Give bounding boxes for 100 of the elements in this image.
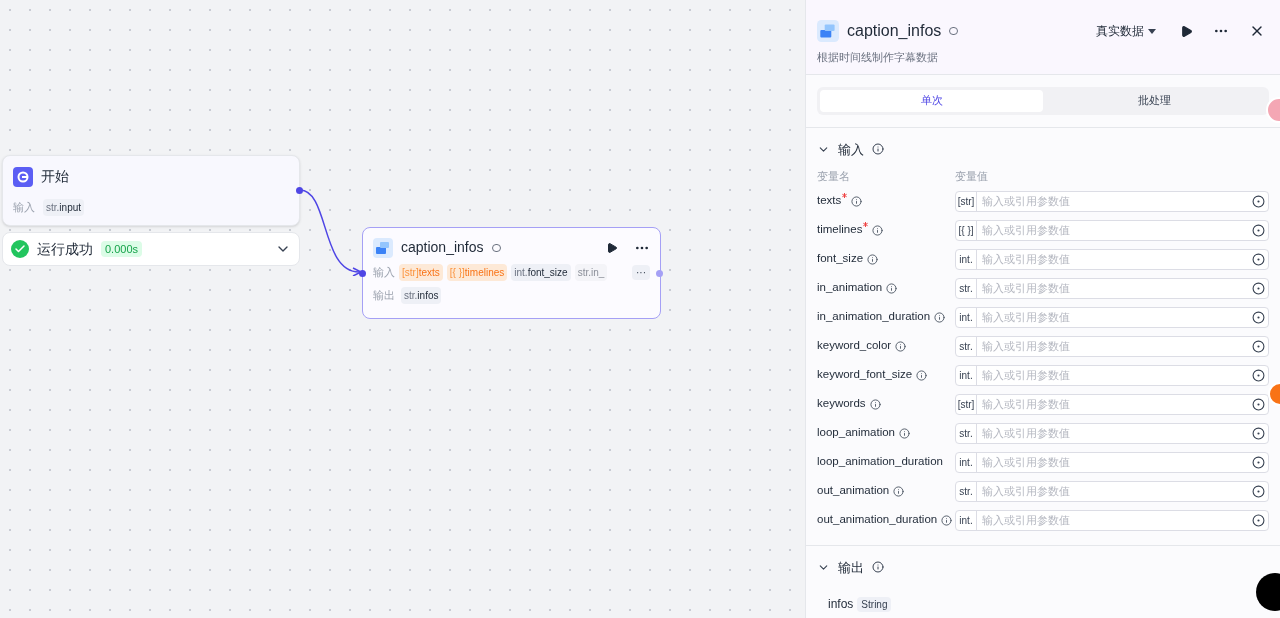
- node-title: caption_infos: [401, 238, 484, 257]
- info-icon[interactable]: [899, 427, 910, 439]
- variable-name: loop_animation: [817, 425, 895, 441]
- value-field[interactable]: 输入或引用参数值: [977, 511, 1252, 529]
- required-icon: [863, 222, 869, 228]
- variable-name: in_animation: [817, 280, 883, 296]
- more-button[interactable]: ···: [632, 265, 650, 280]
- run-icon[interactable]: [606, 241, 618, 254]
- type-label: [str]: [956, 191, 977, 211]
- type-label: str.: [956, 481, 977, 501]
- reference-icon[interactable]: [1252, 252, 1265, 266]
- value-field[interactable]: 输入或引用参数值: [977, 308, 1252, 326]
- reference-icon[interactable]: [1252, 223, 1265, 237]
- value-field[interactable]: 输入或引用参数值: [977, 221, 1252, 239]
- input-group[interactable]: str. 输入或引用参数值: [955, 422, 1269, 444]
- app-logo-icon: [373, 237, 393, 258]
- input-group[interactable]: str. 输入或引用参数值: [955, 335, 1269, 357]
- value-field[interactable]: 输入或引用参数值: [977, 250, 1252, 268]
- reference-icon[interactable]: [1252, 397, 1265, 411]
- info-icon[interactable]: [867, 253, 879, 265]
- input-group[interactable]: str. 输入或引用参数值: [955, 277, 1269, 299]
- type-badge: String: [857, 596, 892, 612]
- type-label: int.: [956, 452, 977, 472]
- output-name: infos: [828, 596, 854, 613]
- type-label: int.: [956, 249, 977, 269]
- duration-badge: 0.000s: [101, 240, 143, 258]
- input-group[interactable]: int. 输入或引用参数值: [955, 364, 1269, 386]
- type-label: [{ }]: [956, 220, 977, 240]
- input-group[interactable]: [str] 输入或引用参数值: [955, 393, 1269, 415]
- caption-node[interactable]: caption_infos 输入 [str]texts [{ }]timelines int.font_size str.in_ ··· 输出 str.infos: [362, 227, 661, 319]
- info-icon[interactable]: [916, 369, 928, 381]
- type-label: int.: [956, 307, 977, 327]
- type-label: str.: [956, 336, 977, 356]
- app-logo-icon: [817, 20, 839, 42]
- variable-name: font_size: [817, 251, 864, 267]
- status-text: 运行成功: [37, 239, 93, 259]
- type-label: int.: [956, 510, 977, 530]
- value-field[interactable]: 输入或引用参数值: [977, 366, 1252, 384]
- reference-icon[interactable]: [1252, 513, 1265, 527]
- input-group[interactable]: int. 输入或引用参数值: [955, 306, 1269, 328]
- input-group[interactable]: [str] 输入或引用参数值: [955, 190, 1269, 212]
- info-icon[interactable]: [872, 561, 884, 574]
- info-icon[interactable]: [934, 311, 946, 323]
- info-icon[interactable]: [872, 143, 884, 156]
- variable-name: keywords: [817, 396, 866, 412]
- reference-icon[interactable]: [1252, 194, 1265, 208]
- param-tag: str.in_: [574, 264, 608, 281]
- run-status-bar[interactable]: 运行成功 0.000s: [2, 232, 300, 266]
- value-field[interactable]: 输入或引用参数值: [977, 337, 1252, 355]
- input-group[interactable]: int. 输入或引用参数值: [955, 248, 1269, 270]
- variable-name: in_animation_duration: [817, 309, 931, 325]
- reference-icon[interactable]: [1252, 310, 1265, 324]
- input-group[interactable]: str. 输入或引用参数值: [955, 480, 1269, 502]
- info-icon[interactable]: [941, 514, 953, 526]
- type-label: str.: [956, 423, 977, 443]
- start-node[interactable]: 开始 输入 str.input: [2, 155, 300, 226]
- value-field[interactable]: 输入或引用参数值: [977, 279, 1252, 297]
- input-group[interactable]: int. 输入或引用参数值: [955, 451, 1269, 473]
- variable-name: out_animation_duration: [817, 512, 938, 528]
- variable-name: timelines: [817, 221, 869, 239]
- required-icon: [842, 193, 848, 199]
- param-tag: [{ }]timelines: [446, 264, 508, 281]
- column-header: 变量名: [817, 169, 851, 184]
- value-field[interactable]: 输入或引用参数值: [977, 424, 1252, 442]
- reference-icon[interactable]: [1252, 339, 1265, 353]
- value-field[interactable]: 输入或引用参数值: [977, 482, 1252, 500]
- variable-name: keyword_color: [817, 338, 892, 354]
- io-label: 输入: [13, 200, 35, 216]
- input-port[interactable]: [359, 270, 366, 277]
- info-icon[interactable]: [872, 224, 884, 236]
- tab[interactable]: 单次: [820, 89, 1043, 112]
- panel-description: 根据时间线制作字幕数据: [817, 50, 939, 65]
- input-group[interactable]: [{ }] 输入或引用参数值: [955, 219, 1269, 241]
- param-tag: [str]texts: [399, 264, 443, 281]
- output-port[interactable]: [296, 187, 303, 194]
- type-label: int.: [956, 365, 977, 385]
- data-mode-dropdown[interactable]: 真实数据: [1096, 22, 1156, 40]
- tab[interactable]: 批处理: [1043, 89, 1266, 112]
- run-icon[interactable]: [1180, 24, 1193, 38]
- info-icon[interactable]: [895, 340, 907, 352]
- value-field[interactable]: 输入或引用参数值: [977, 395, 1252, 413]
- panel-title: caption_infos: [847, 21, 942, 41]
- info-icon[interactable]: [893, 485, 905, 497]
- param-tag: str.input: [43, 199, 85, 216]
- variable-name: loop_animation_duration: [817, 454, 943, 470]
- reference-icon[interactable]: [1252, 368, 1265, 382]
- info-icon[interactable]: [851, 195, 863, 207]
- param-tag: int.font_size: [511, 264, 571, 281]
- value-field[interactable]: 输入或引用参数值: [977, 192, 1252, 210]
- value-field[interactable]: 输入或引用参数值: [977, 453, 1252, 471]
- type-label: [str]: [956, 394, 977, 414]
- type-label: str.: [956, 278, 977, 298]
- info-icon[interactable]: [869, 398, 881, 410]
- reference-icon[interactable]: [1252, 426, 1265, 440]
- reference-icon[interactable]: [1252, 455, 1265, 469]
- reference-icon[interactable]: [1252, 484, 1265, 498]
- reference-icon[interactable]: [1252, 281, 1265, 295]
- input-group[interactable]: int. 输入或引用参数值: [955, 509, 1269, 531]
- info-icon[interactable]: [886, 282, 898, 294]
- variable-name: texts: [817, 192, 848, 210]
